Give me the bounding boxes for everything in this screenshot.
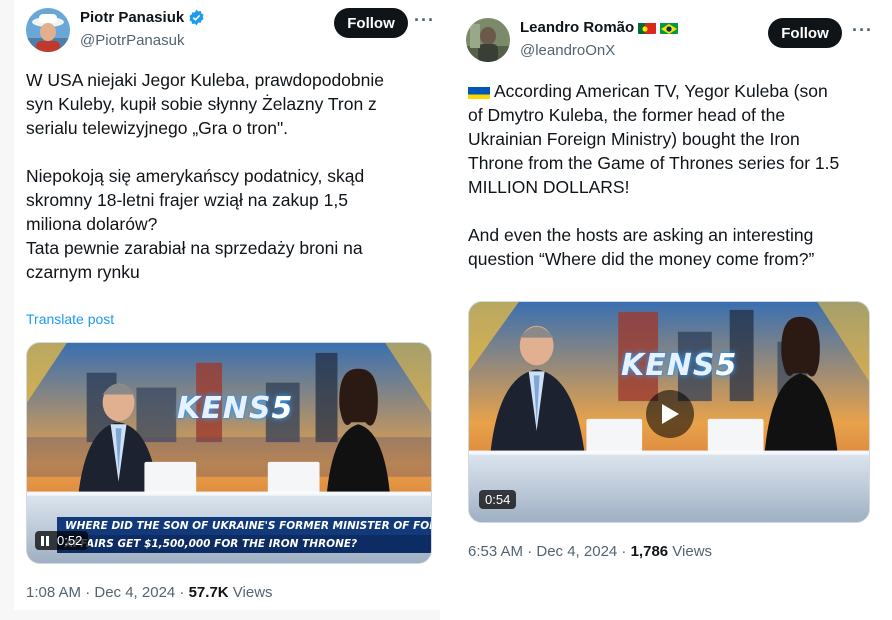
post-text-line: of Dmytro Kuleba, the former head of the	[468, 105, 786, 125]
post-text-line: Ukrainian Foreign Ministry) bought the I…	[468, 129, 800, 149]
ukraine-flag-icon	[468, 84, 490, 99]
station-logo-number: 5	[715, 348, 738, 383]
brazil-flag-icon	[660, 22, 679, 34]
post-text-line: MILLION DOLLARS!	[468, 177, 630, 197]
author-name[interactable]: Piotr Panasiuk	[80, 9, 205, 26]
left-post: Piotr Panasiuk @PiotrPanasuk Follow ··· …	[14, 0, 440, 610]
views-label: Views	[668, 543, 713, 560]
headline-line: WHERE DID THE SON OF UKRAINE'S FORMER MI…	[57, 517, 431, 535]
station-logo-text: KENS	[621, 348, 716, 383]
post-text-line: According American TV, Yegor Kuleba (son	[468, 79, 839, 103]
video-player[interactable]: KENS5 WHERE DID THE SON OF UKRAINE'S FOR…	[26, 342, 432, 564]
post-text-line: Tata pewnie zarabiał na sprzedaży broni …	[26, 238, 363, 258]
translate-post-link[interactable]: Translate post	[26, 311, 114, 327]
post-text-line: Throne from the Game of Thrones series f…	[468, 153, 840, 173]
post-text-line: W USA niejaki Jegor Kuleba, prawdopodobn…	[26, 70, 384, 90]
video-time: 0:54	[485, 492, 511, 507]
post-text-line: And even the hosts are asking an interes…	[468, 225, 814, 245]
post-text-line: miliona dolarów?	[26, 214, 158, 234]
portugal-flag-icon	[638, 22, 657, 34]
post-text-line: Niepokoją się amerykańscy podatnicy, ską…	[26, 166, 365, 186]
post-text: W USA niejaki Jegor Kuleba, prawdopodobn…	[26, 68, 384, 284]
post-text-line: serialu telewizyjnego „Gra o tron".	[26, 118, 289, 138]
video-player[interactable]: KENS5 0:54	[468, 301, 870, 523]
post-text-line: syn Kuleby, kupił sobie słynny Żelazny T…	[26, 94, 377, 114]
station-logo-number: 5	[271, 391, 294, 426]
post-text-blank	[468, 199, 839, 223]
post-text-line: question “Where did the money come from?…	[468, 249, 815, 269]
views-label: Views	[228, 584, 273, 601]
play-icon[interactable]	[646, 390, 694, 438]
post-timestamp[interactable]: 1:08 AM · Dec 4, 2024 ·	[26, 584, 189, 601]
right-post-card: Leandro Romão @leandroOnX Follow ··· Acc…	[452, 0, 892, 620]
video-time-badge[interactable]: 0:54	[479, 490, 517, 509]
avatar[interactable]	[466, 18, 510, 62]
more-icon[interactable]: ···	[852, 20, 873, 41]
follow-button[interactable]: Follow	[334, 8, 408, 38]
pause-icon[interactable]	[41, 535, 49, 546]
post-text-line: czarnym rynku	[26, 262, 140, 282]
views-count: 1,786	[630, 543, 669, 560]
news-headline: WHERE DID THE SON OF UKRAINE'S FORMER MI…	[57, 517, 431, 553]
post-timestamp[interactable]: 6:53 AM · Dec 4, 2024 ·	[468, 543, 631, 560]
headline-line: AFFAIRS GET $1,500,000 FOR THE IRON THRO…	[57, 535, 431, 553]
station-logo-text: KENS	[177, 391, 272, 426]
station-logo: KENS5	[621, 348, 737, 383]
author-handle[interactable]: @leandroOnX	[520, 42, 615, 59]
follow-button[interactable]: Follow	[768, 18, 842, 48]
avatar[interactable]	[26, 8, 70, 52]
post-text-line: skromny 18-letni frajer wziął na zakup 1…	[26, 190, 348, 210]
author-name-text[interactable]: Piotr Panasiuk	[80, 9, 184, 26]
station-logo: KENS5	[177, 391, 293, 426]
author-name[interactable]: Leandro Romão	[520, 19, 679, 36]
verified-badge-icon	[189, 9, 204, 26]
post-metadata: 1:08 AM · Dec 4, 2024 · 57.7K Views	[26, 584, 273, 601]
post-text-blank	[26, 140, 384, 164]
post-text-segment: According American TV, Yegor Kuleba (son	[494, 81, 828, 101]
views-count: 57.7K	[188, 584, 229, 601]
post-metadata: 6:53 AM · Dec 4, 2024 · 1,786 Views	[468, 543, 712, 560]
video-time-badge[interactable]: 0:52	[35, 531, 89, 550]
video-time: 0:52	[57, 533, 83, 548]
more-icon[interactable]: ···	[414, 10, 435, 31]
post-text: According American TV, Yegor Kuleba (son…	[468, 79, 839, 271]
left-post-card: Piotr Panasiuk @PiotrPanasuk Follow ··· …	[0, 0, 440, 620]
author-name-text[interactable]: Leandro Romão	[520, 19, 634, 36]
author-handle[interactable]: @PiotrPanasuk	[80, 32, 184, 49]
